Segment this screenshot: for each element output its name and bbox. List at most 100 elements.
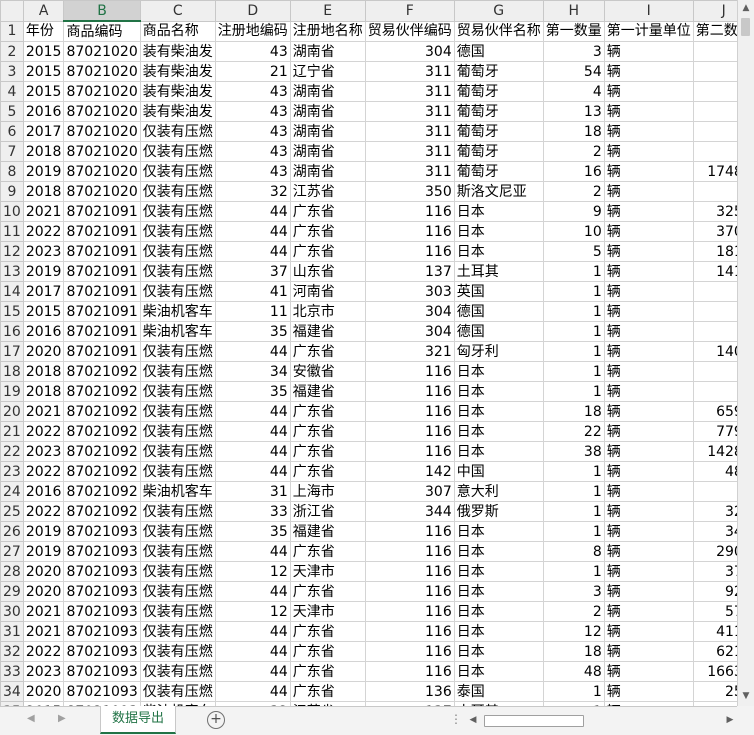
cell-c[interactable]: 仅装有压燃	[139, 661, 216, 682]
cell-b[interactable]: 87021093	[63, 601, 141, 622]
cell-i[interactable]: 辆	[603, 101, 694, 122]
column-header-g[interactable]: G	[453, 0, 544, 22]
cell-f[interactable]: 142	[364, 461, 455, 482]
cell-d[interactable]: 44	[214, 241, 291, 262]
cell-d[interactable]: 44	[214, 221, 291, 242]
cell-b[interactable]: 87021092	[63, 401, 141, 422]
cell-f[interactable]: 344	[364, 501, 455, 522]
cell-i[interactable]: 辆	[603, 141, 694, 162]
cell-a[interactable]: 2017	[22, 121, 65, 142]
cell-j[interactable]	[692, 361, 737, 382]
column-header-e[interactable]: E	[289, 0, 366, 22]
row-header[interactable]: 21	[0, 421, 24, 442]
cell-g[interactable]: 葡萄牙	[453, 141, 544, 162]
cell-j[interactable]: 17480	[692, 161, 737, 182]
cell-e[interactable]: 北京市	[289, 301, 366, 322]
cell-b[interactable]: 87021020	[63, 41, 141, 62]
row-header[interactable]: 3	[0, 61, 24, 82]
cell-j[interactable]	[692, 181, 737, 202]
column-header-h[interactable]: H	[542, 0, 605, 22]
cell-h[interactable]: 1	[542, 321, 605, 342]
cell-h[interactable]: 18	[542, 121, 605, 142]
cell-c[interactable]: 仅装有压燃	[139, 201, 216, 222]
cell-i[interactable]: 辆	[603, 301, 694, 322]
cell-a[interactable]: 2023	[22, 241, 65, 262]
row-header[interactable]: 9	[0, 181, 24, 202]
cell-g[interactable]: 日本	[453, 421, 544, 442]
column-header-b[interactable]: B	[63, 0, 141, 22]
cell-e[interactable]: 广东省	[289, 641, 366, 662]
cell-j[interactable]: 4110	[692, 621, 737, 642]
row-header[interactable]: 13	[0, 261, 24, 282]
cell-e[interactable]: 广东省	[289, 461, 366, 482]
cell-d[interactable]: 21	[214, 61, 291, 82]
cell-b[interactable]: 87021093	[63, 541, 141, 562]
cell-j[interactable]: 2904	[692, 541, 737, 562]
cell-h[interactable]: 第一数量	[542, 20, 605, 42]
cell-i[interactable]: 辆	[603, 181, 694, 202]
cell-b[interactable]: 87021092	[63, 501, 141, 522]
cell-i[interactable]: 辆	[603, 481, 694, 502]
cell-g[interactable]: 德国	[453, 321, 544, 342]
cell-b[interactable]: 87021020	[63, 61, 141, 82]
cell-i[interactable]: 辆	[603, 81, 694, 102]
cell-f[interactable]: 311	[364, 121, 455, 142]
column-header-f[interactable]: F	[364, 0, 455, 22]
cell-i[interactable]: 辆	[603, 421, 694, 442]
cell-g[interactable]: 日本	[453, 361, 544, 382]
cell-a[interactable]: 2020	[22, 681, 65, 702]
row-header[interactable]: 7	[0, 141, 24, 162]
column-header-i[interactable]: I	[603, 0, 694, 22]
cell-i[interactable]: 辆	[603, 541, 694, 562]
cell-g[interactable]: 日本	[453, 621, 544, 642]
cell-c[interactable]: 仅装有压燃	[139, 461, 216, 482]
cell-j[interactable]	[692, 101, 737, 122]
cell-b[interactable]: 商品编码	[63, 20, 141, 42]
cell-c[interactable]: 装有柴油发	[139, 61, 216, 82]
cell-f[interactable]: 311	[364, 81, 455, 102]
cell-i[interactable]: 辆	[603, 501, 694, 522]
cell-h[interactable]: 1	[542, 561, 605, 582]
cell-a[interactable]: 年份	[22, 20, 65, 42]
cell-j[interactable]	[692, 81, 737, 102]
cell-b[interactable]: 87021020	[63, 101, 141, 122]
cell-h[interactable]: 10	[542, 221, 605, 242]
cell-h[interactable]: 5	[542, 241, 605, 262]
cell-a[interactable]: 2020	[22, 341, 65, 362]
cell-c[interactable]: 仅装有压燃	[139, 621, 216, 642]
more-options-icon[interactable]: ⋮	[450, 712, 462, 726]
row-header[interactable]: 18	[0, 361, 24, 382]
cell-f[interactable]: 116	[364, 241, 455, 262]
cell-i[interactable]: 辆	[603, 161, 694, 182]
row-header[interactable]: 28	[0, 561, 24, 582]
row-header[interactable]: 11	[0, 221, 24, 242]
cell-d[interactable]: 33	[214, 501, 291, 522]
cell-f[interactable]: 116	[364, 521, 455, 542]
cell-d[interactable]: 43	[214, 161, 291, 182]
cell-i[interactable]: 辆	[603, 321, 694, 342]
cell-a[interactable]: 2018	[22, 181, 65, 202]
cell-d[interactable]: 43	[214, 121, 291, 142]
cell-i[interactable]: 辆	[603, 521, 694, 542]
cell-b[interactable]: 87021091	[63, 321, 141, 342]
cell-c[interactable]: 仅装有压燃	[139, 441, 216, 462]
cell-d[interactable]: 44	[214, 201, 291, 222]
cell-j[interactable]	[692, 61, 737, 82]
cell-d[interactable]: 41	[214, 281, 291, 302]
cell-c[interactable]: 仅装有压燃	[139, 141, 216, 162]
cell-h[interactable]: 1	[542, 481, 605, 502]
cell-g[interactable]: 中国	[453, 461, 544, 482]
cell-a[interactable]: 2022	[22, 221, 65, 242]
cell-b[interactable]: 87021093	[63, 681, 141, 702]
cell-i[interactable]: 辆	[603, 381, 694, 402]
cell-e[interactable]: 广东省	[289, 341, 366, 362]
cell-c[interactable]: 装有柴油发	[139, 101, 216, 122]
column-header-d[interactable]: D	[214, 0, 291, 22]
row-header[interactable]: 32	[0, 641, 24, 662]
cell-d[interactable]: 12	[214, 601, 291, 622]
cell-g[interactable]: 英国	[453, 281, 544, 302]
cell-a[interactable]: 2016	[22, 101, 65, 122]
cell-g[interactable]: 泰国	[453, 681, 544, 702]
cell-h[interactable]: 22	[542, 421, 605, 442]
cell-g[interactable]: 意大利	[453, 481, 544, 502]
